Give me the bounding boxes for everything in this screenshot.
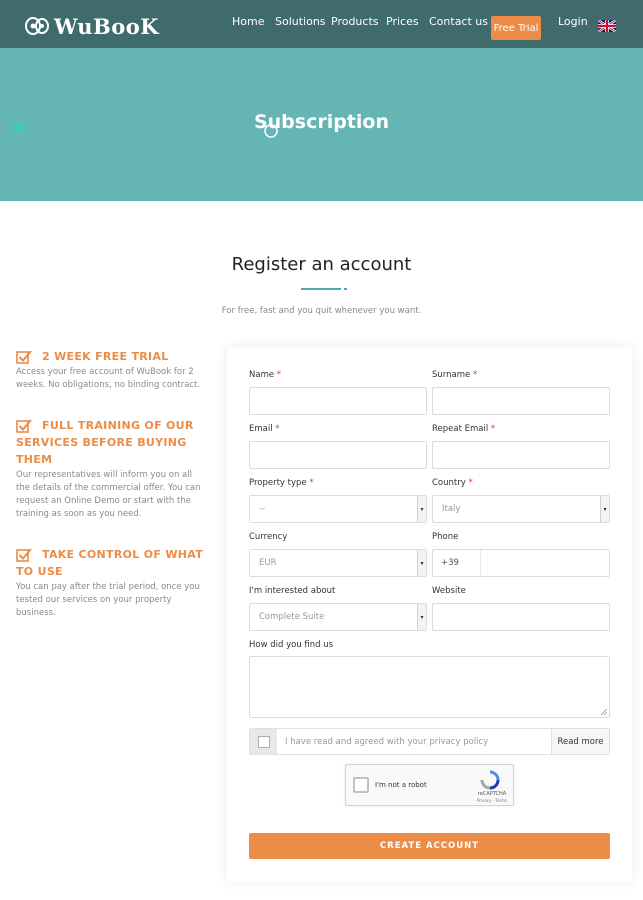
feature-take-control: TAKE CONTROL OF WHAT TO USE You can pay …	[16, 546, 206, 620]
wubook-logo[interactable]: WuBooK	[24, 13, 160, 39]
currency-select[interactable]: EUR ▾	[249, 549, 427, 577]
nav-contact-us[interactable]: Contact us	[429, 15, 488, 28]
privacy-agreement: I have read and agreed with your privacy…	[249, 728, 610, 755]
surname-label: Surname *	[432, 370, 478, 380]
country-value: Italy	[442, 504, 461, 514]
title-divider	[301, 288, 341, 290]
country-label: Country *	[432, 478, 473, 488]
phone-prefix[interactable]: +39	[433, 550, 481, 576]
nav-products[interactable]: Products	[331, 15, 379, 28]
repeat-email-input[interactable]	[432, 441, 610, 469]
checkbox-checked-icon	[16, 350, 32, 364]
feature-title: TAKE CONTROL OF WHAT TO USE	[16, 548, 204, 578]
recaptcha-links[interactable]: Privacy - Terms	[472, 798, 512, 803]
interested-label: I'm interested about	[249, 586, 336, 596]
dropdown-arrow-icon: ▾	[600, 496, 609, 522]
uk-flag-icon[interactable]	[598, 20, 616, 32]
hero-title: Subscription	[253, 111, 390, 133]
interested-value: Complete Suite	[259, 612, 325, 622]
name-label: Name *	[249, 370, 282, 380]
how-found-textarea[interactable]	[249, 656, 610, 718]
email-label: Email *	[249, 424, 280, 434]
logo-text: WuBooK	[54, 13, 160, 39]
property-type-label: Property type *	[249, 478, 314, 488]
nav-solutions[interactable]: Solutions	[275, 15, 326, 28]
feature-title: FULL TRAINING OF OUR SERVICES BEFORE BUY…	[16, 419, 194, 466]
phone-input[interactable]: +39	[432, 549, 610, 577]
currency-value: EUR	[259, 558, 277, 568]
resize-handle-icon[interactable]	[601, 709, 607, 715]
website-label: Website	[432, 586, 466, 596]
surname-input[interactable]	[432, 387, 610, 415]
property-type-value: --	[259, 504, 266, 514]
recaptcha-label: I'm not a robot	[375, 781, 427, 789]
feature-text: Access your free account of WuBook for 2…	[16, 367, 201, 390]
how-found-label: How did you find us	[249, 640, 334, 650]
email-input[interactable]	[249, 441, 427, 469]
register-title: Register an account	[231, 254, 412, 275]
read-more-button[interactable]: Read more	[551, 729, 609, 754]
top-navbar: WuBooK Home Solutions Products Prices Co…	[0, 0, 643, 48]
login-link[interactable]: Login	[558, 15, 588, 28]
privacy-checkbox[interactable]	[250, 729, 277, 754]
register-subtitle: For free, fast and you quit whenever you…	[221, 306, 422, 316]
dropdown-arrow-icon: ▾	[417, 496, 426, 522]
create-account-button[interactable]: CREATE ACCOUNT	[249, 833, 610, 859]
recaptcha-logo-icon	[480, 770, 500, 790]
free-trial-button[interactable]: Free Trial	[491, 16, 541, 40]
interested-select[interactable]: Complete Suite ▾	[249, 603, 427, 631]
repeat-email-label: Repeat Email *	[432, 424, 496, 434]
feature-title: 2 WEEK FREE TRIAL	[42, 350, 169, 363]
recaptcha-widget: I'm not a robot reCAPTCHA Privacy - Term…	[345, 764, 514, 806]
nav-prices[interactable]: Prices	[386, 15, 419, 28]
property-type-select[interactable]: -- ▾	[249, 495, 427, 523]
dropdown-arrow-icon: ▾	[417, 604, 426, 630]
dropdown-arrow-icon: ▾	[417, 550, 426, 576]
website-input[interactable]	[432, 603, 610, 631]
feature-text: Our representatives will inform you on a…	[16, 470, 201, 519]
phone-label: Phone	[432, 532, 459, 542]
recaptcha-brand: reCAPTCHA	[477, 791, 507, 797]
title-divider-dot	[344, 288, 347, 290]
recaptcha-checkbox[interactable]	[353, 777, 369, 793]
privacy-text: I have read and agreed with your privacy…	[285, 737, 489, 747]
feature-free-trial: 2 WEEK FREE TRIAL Access your free accou…	[16, 348, 206, 392]
nav-home[interactable]: Home	[232, 15, 264, 28]
name-input[interactable]	[249, 387, 427, 415]
feature-text: You can pay after the trial period, once…	[16, 582, 200, 618]
currency-label: Currency	[249, 532, 288, 542]
feature-full-training: FULL TRAINING OF OUR SERVICES BEFORE BUY…	[16, 417, 206, 521]
logo-mark-icon	[25, 17, 49, 35]
country-select[interactable]: Italy ▾	[432, 495, 610, 523]
